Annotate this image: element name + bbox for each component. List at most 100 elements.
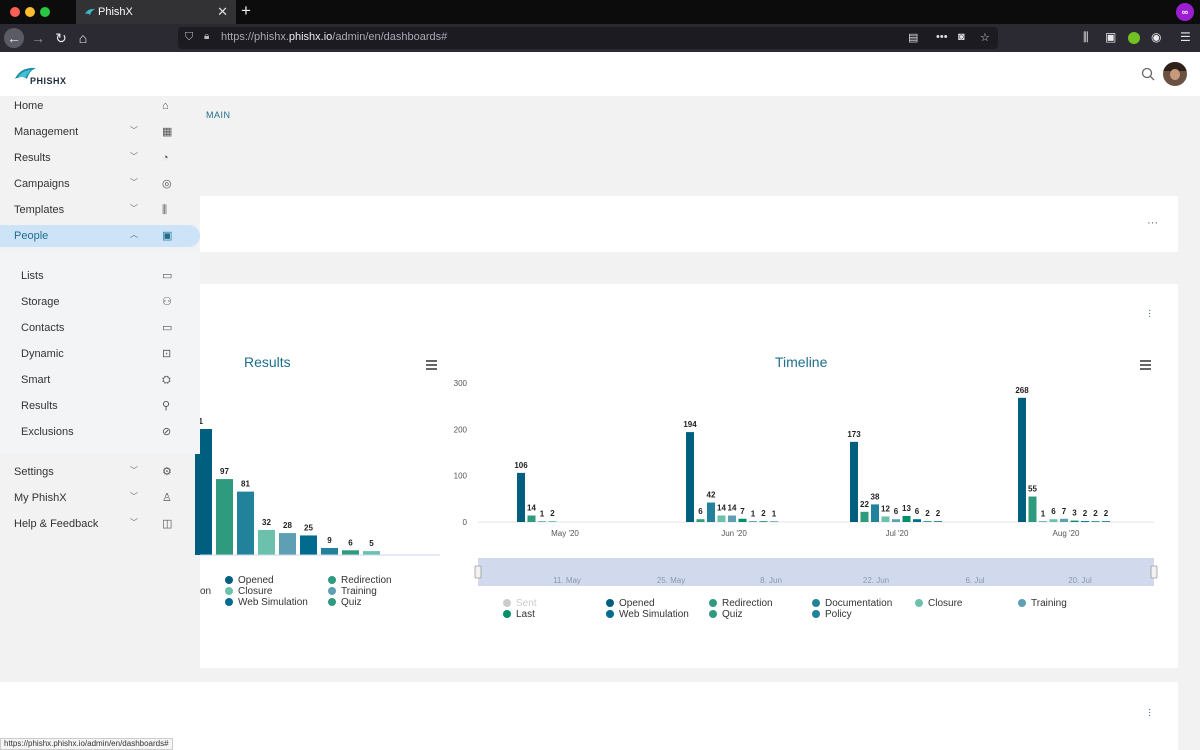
sidebar-item-contacts[interactable]: Contacts ▭ — [0, 317, 200, 339]
sidebar-item-label: Home — [14, 100, 44, 112]
sidebar-item-label: Results — [14, 152, 51, 164]
sidebar-item-results[interactable]: Results ⚲ — [0, 395, 200, 417]
navigator-tick-label: 25. May — [657, 576, 685, 585]
legend-item-redirection[interactable]: Redirection — [709, 598, 773, 609]
timeline-bar — [1049, 519, 1058, 522]
timeline-bar — [923, 521, 932, 522]
timeline-bar-label: 12 — [881, 504, 890, 513]
legend-label: Opened — [619, 598, 655, 609]
sidebar-item-templates[interactable]: Templates ﹀ ⫼ — [0, 199, 200, 221]
chevron-down-icon: ﹀ — [130, 204, 138, 213]
sidebar-item-settings[interactable]: Settings ﹀ ⚙ — [0, 461, 200, 483]
sidebar-item-exclusions[interactable]: Exclusions ⊘ — [0, 421, 200, 443]
sidebar-item-dynamic[interactable]: Dynamic ⊡ — [0, 343, 200, 365]
sidebar-item-my-phishx[interactable]: My PhishX ﹀ ♙ — [0, 487, 200, 509]
navigator-tick-label: 22. Jun — [863, 576, 889, 585]
navigator-right-handle — [1150, 565, 1158, 579]
legend-clipped-text: on — [200, 586, 212, 597]
timeline-bar — [1039, 521, 1047, 522]
results-bar-label: 9 — [327, 536, 332, 545]
timeline-bar — [707, 502, 715, 522]
legend-item-opened[interactable]: Opened — [606, 598, 655, 609]
home-icon: ⌂ — [162, 100, 169, 112]
timeline-bar-label: 7 — [1062, 507, 1067, 516]
id-card-icon: ▭ — [162, 270, 173, 282]
timeline-bar — [1070, 520, 1079, 522]
legend-label: Policy — [825, 609, 852, 620]
timeline-x-tick-label: May '20 — [551, 529, 579, 538]
legend-item-web-simulation[interactable]: Web Simulation — [606, 609, 689, 620]
timeline-bar — [1018, 397, 1026, 522]
timeline-bar-label: 42 — [707, 491, 716, 500]
sidebar-item-label: My PhishX — [14, 492, 67, 504]
results-bar — [363, 551, 380, 555]
timeline-bar-label: 1 — [1041, 509, 1046, 518]
timeline-y-tick-label: 300 — [454, 379, 468, 388]
timeline-bar-label: 2 — [761, 509, 766, 518]
timeline-bar-label: 2 — [1083, 509, 1088, 518]
sidebar-item-smart[interactable]: Smart ⛭ — [0, 369, 200, 391]
legend-item-quiz[interactable]: Quiz — [709, 609, 743, 620]
timeline-y-tick-label: 200 — [454, 425, 468, 434]
user-frame-icon: ⊡ — [162, 348, 172, 360]
timeline-bar-label: 6 — [894, 507, 899, 516]
legend-label: Last — [516, 609, 535, 620]
legend-label: Training — [341, 586, 377, 597]
results-bar-label: 97 — [220, 467, 229, 476]
navigator-tick-label: 8. Jun — [760, 576, 782, 585]
legend-item-closure[interactable]: Closure — [915, 598, 962, 609]
timeline-bar-label: 7 — [740, 507, 745, 516]
legend-item-web-simulation[interactable]: Web Simulation — [225, 597, 308, 608]
legend-label: Redirection — [722, 598, 773, 609]
timeline-bar-label: 106 — [514, 461, 528, 470]
legend-label: Sent — [516, 598, 537, 609]
legend-item-opened[interactable]: Opened — [225, 575, 274, 586]
sidebar-item-label: Dynamic — [21, 348, 64, 360]
chevron-down-icon: ﹀ — [130, 466, 138, 475]
sidebar-item-results[interactable]: Results ﹀ ◔ — [0, 147, 200, 169]
user-check-icon: ⚲ — [162, 400, 171, 412]
sidebar-item-home[interactable]: Home ⌂ — [0, 95, 200, 117]
status-bar-url: https://phishx.phishx.io/admin/en/dashbo… — [0, 738, 173, 750]
legend-item-documentation[interactable]: Documentation — [812, 598, 892, 609]
sidebar-item-lists[interactable]: Lists ▭ — [0, 265, 200, 287]
timeline-bar-label: 173 — [847, 430, 861, 439]
timeline-bar-label: 14 — [527, 504, 536, 513]
legend-item-training[interactable]: Training — [1018, 598, 1067, 609]
results-bar — [216, 479, 233, 555]
sidebar-item-label: Management — [14, 126, 79, 138]
sidebar-item-management[interactable]: Management ﹀ ▦ — [0, 121, 200, 143]
legend-dot-icon — [606, 610, 614, 618]
timeline-bar-label: 268 — [1015, 386, 1029, 395]
timeline-bar — [686, 432, 694, 522]
legend-label: Opened — [238, 575, 274, 586]
spy-icon: ⛭ — [162, 374, 171, 386]
results-bar — [321, 547, 338, 555]
results-bar-label: 81 — [241, 480, 250, 489]
legend-item-policy[interactable]: Policy — [812, 609, 852, 620]
legend-item-redirection[interactable]: Redirection — [328, 575, 392, 586]
legend-item-closure[interactable]: Closure — [225, 586, 272, 597]
sidebar-item-people[interactable]: People ︿ ▣ — [0, 225, 200, 247]
timeline-y-tick-label: 0 — [463, 518, 468, 527]
gears-icon: ⚙ — [162, 466, 172, 478]
timeline-bar-label: 6 — [915, 507, 920, 516]
legend-item-quiz[interactable]: Quiz — [328, 597, 362, 608]
sidebar-item-help-feedback[interactable]: Help & Feedback ﹀ ◫ — [0, 513, 200, 535]
sidebar-item-storage[interactable]: Storage ⚇ — [0, 291, 200, 313]
legend-dot-icon — [709, 599, 717, 607]
legend-item-training[interactable]: Training — [328, 586, 377, 597]
timeline-bar — [1091, 521, 1100, 522]
timeline-bar-label: 2 — [925, 509, 930, 518]
results-bar-label: 25 — [304, 523, 313, 532]
sidebar-item-label: Campaigns — [14, 178, 70, 190]
timeline-bar — [1060, 518, 1068, 522]
timeline-bar — [1102, 521, 1110, 522]
sidebar-item-campaigns[interactable]: Campaigns ﹀ ◎ — [0, 173, 200, 195]
sidebar-item-label: Contacts — [21, 322, 65, 334]
legend-item-sent[interactable]: Sent — [503, 598, 537, 609]
results-bar-label: 28 — [283, 521, 292, 530]
timeline-bar-label: 22 — [860, 500, 869, 509]
timeline-bar — [881, 516, 890, 522]
legend-item-last[interactable]: Last — [503, 609, 535, 620]
